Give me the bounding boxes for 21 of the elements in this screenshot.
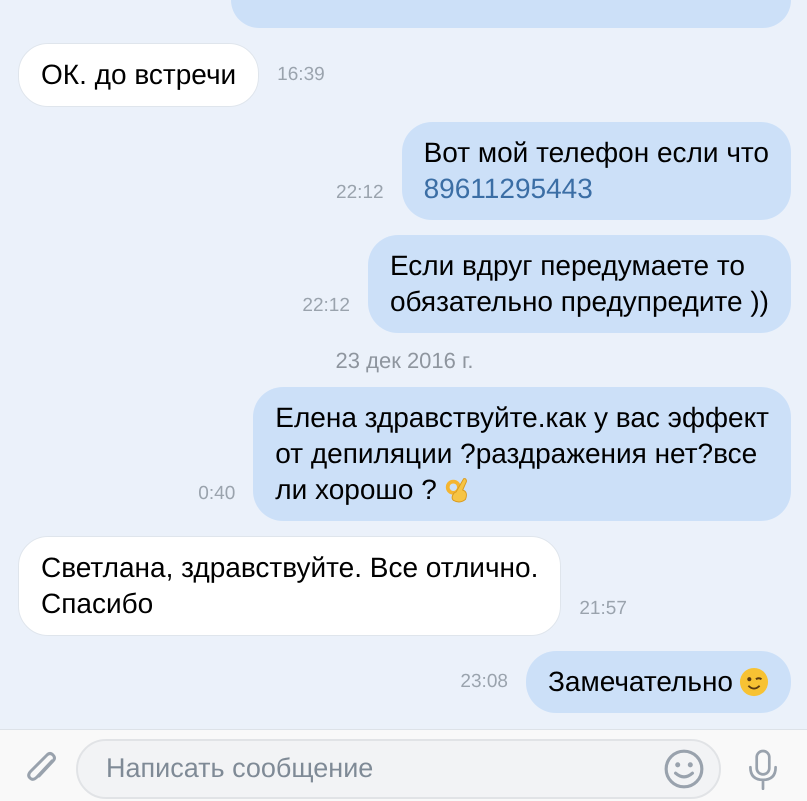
message-text: обязательно предупредите )): [390, 285, 769, 319]
message-text: ли хорошо ?: [275, 473, 437, 507]
message-text: Елена здравствуйте.как у вас эффект: [275, 401, 769, 435]
message-time: 23:08: [460, 671, 508, 693]
date-separator: 23 дек 2016 г.: [336, 348, 474, 374]
message-input[interactable]: Написать сообщение: [76, 738, 721, 798]
message-text: ОК. до встречи: [41, 58, 236, 92]
message-text: Вот мой телефон если что: [424, 136, 769, 170]
message-time: 16:39: [277, 64, 325, 86]
winking-face-icon: [739, 667, 769, 697]
message-text: Замечательно: [548, 665, 733, 699]
message-time: 21:57: [579, 598, 627, 620]
message-time: 0:40: [198, 483, 236, 505]
message-text: от депиляции ?раздражения нет?все: [275, 437, 758, 471]
message-text: Спасибо: [41, 587, 154, 621]
message-text: Если вдруг передумаете то: [390, 249, 745, 283]
message-text: Светлана, здравствуйте. Все отлично.: [41, 551, 538, 585]
smiley-icon[interactable]: [663, 748, 705, 790]
message-time: 22:12: [302, 295, 350, 317]
phone-link[interactable]: 89611295443: [424, 171, 593, 207]
message-time: 22:12: [336, 182, 384, 204]
